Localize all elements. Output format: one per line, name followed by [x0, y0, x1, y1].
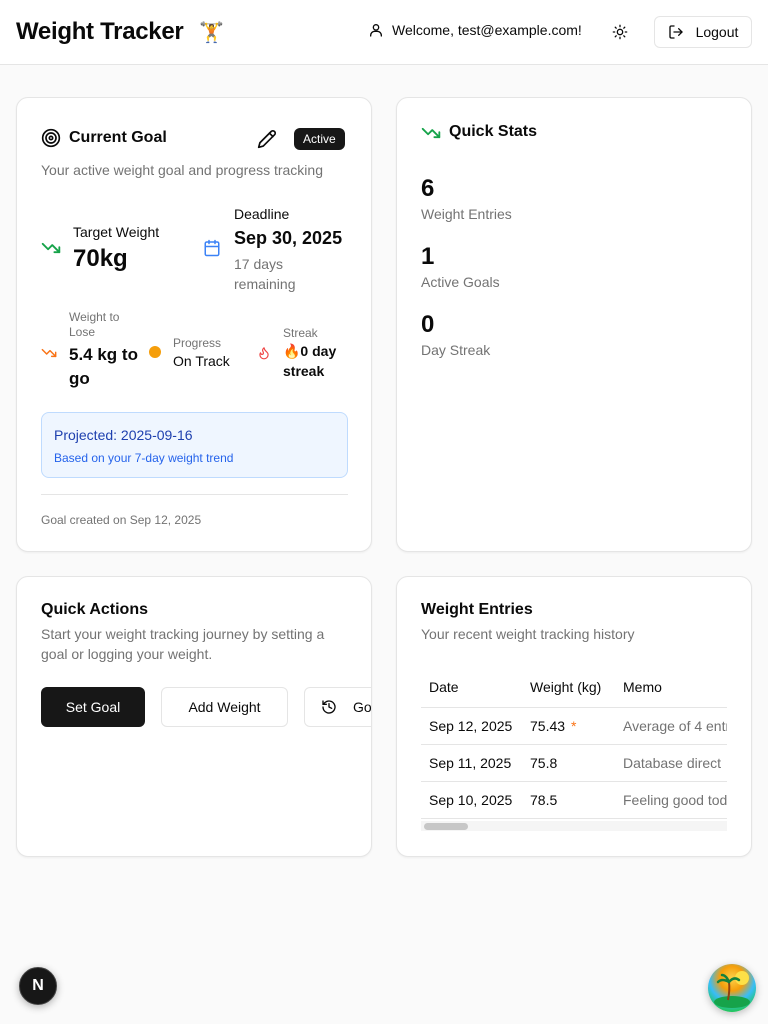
column-header-date: Date	[421, 667, 522, 708]
horizontal-scrollbar[interactable]	[421, 821, 727, 831]
stat-value: 6	[421, 175, 435, 202]
weight-entries-description: Your recent weight tracking history	[421, 626, 635, 642]
goal-description: Your active weight goal and progress tra…	[41, 162, 323, 178]
projection-box: Projected: 2025-09-16 Based on your 7-da…	[41, 412, 348, 478]
deadline-value: Sep 30, 2025	[234, 228, 343, 248]
stat-label: Day Streak	[421, 342, 491, 358]
stat-value: 0	[421, 311, 435, 338]
quick-actions-card: Quick Actions Start your weight tracking…	[16, 576, 372, 857]
projected-date: Projected: 2025-09-16	[54, 427, 193, 443]
entry-date: Sep 12, 2025	[421, 707, 522, 745]
entry-memo: Database direct	[615, 744, 727, 782]
entry-date: Sep 10, 2025	[421, 781, 522, 819]
goal-history-label: Goal History	[353, 699, 372, 715]
flame-icon	[259, 347, 269, 360]
weight-entries-table: Date Weight (kg) Memo Sep 12, 2025 75.43…	[421, 667, 727, 833]
welcome-message: Welcome, test@example.com!	[368, 22, 582, 38]
palm-island-icon	[714, 971, 750, 1008]
divider	[41, 494, 348, 495]
trending-down-green-icon	[421, 127, 441, 139]
entry-date: Sep 11, 2025	[421, 744, 522, 782]
trending-down-green-icon	[41, 242, 61, 254]
goal-created-date: Goal created on Sep 12, 2025	[41, 513, 202, 527]
quick-actions-title: Quick Actions	[41, 601, 148, 618]
column-header-memo: Memo	[615, 667, 727, 708]
logout-button[interactable]: Logout	[654, 16, 752, 48]
entry-weight-cell: 75.8	[522, 744, 615, 782]
nextjs-dev-indicator-button[interactable]: N	[19, 967, 57, 1005]
goal-history-button[interactable]: Goal History	[304, 687, 372, 727]
streak-label: Streak	[283, 326, 318, 340]
welcome-text: Welcome, test@example.com!	[392, 22, 582, 38]
user-icon	[370, 24, 382, 37]
add-weight-button[interactable]: Add Weight	[161, 687, 288, 727]
app-title: Weight Tracker 🏋️	[16, 18, 224, 46]
averaged-marker: *	[570, 717, 577, 734]
entry-memo: Feeling good today	[615, 781, 727, 819]
weight-to-lose-label: Weight to Lose	[69, 310, 120, 339]
entry-weight: 75.8	[530, 754, 558, 771]
stat-label: Active Goals	[421, 274, 500, 290]
target-icon	[41, 128, 61, 148]
table-row[interactable]: Sep 11, 2025 75.8 Database direct	[421, 744, 727, 782]
entry-weight: 75.43	[530, 717, 566, 734]
stat-value: 1	[421, 243, 435, 270]
status-badge: Active	[294, 128, 345, 150]
calendar-icon	[204, 239, 220, 257]
logout-label: Logout	[695, 24, 739, 40]
sun-icon	[612, 24, 628, 40]
quick-stats-card: Quick Stats 6 Weight Entries 1 Active Go…	[396, 97, 752, 552]
island-avatar-button[interactable]	[708, 964, 756, 1012]
projection-note: Based on your 7-day weight trend	[54, 451, 234, 465]
column-header-weight: Weight (kg)	[522, 667, 615, 708]
app-title-text: Weight Tracker	[16, 18, 184, 45]
target-weight-label: Target Weight	[73, 224, 160, 240]
set-goal-button[interactable]: Set Goal	[41, 687, 145, 727]
current-goal-card: Current Goal Active Your active weight g…	[16, 97, 372, 552]
theme-toggle-button[interactable]	[606, 18, 634, 46]
entry-memo: Average of 4 entries	[615, 707, 727, 745]
app-header: Weight Tracker 🏋️ Welcome, test@example.…	[0, 0, 768, 65]
weight-to-lose-value: 5.4 kg to go	[69, 345, 138, 388]
stat-label: Weight Entries	[421, 206, 512, 222]
table-row[interactable]: Sep 12, 2025 75.43 * Average of 4 entrie…	[421, 707, 727, 745]
quick-actions-description: Start your weight tracking journey by se…	[41, 626, 325, 662]
weightlifter-icon: 🏋️	[199, 21, 225, 44]
current-goal-title: Current Goal	[69, 129, 167, 146]
scrollbar-thumb[interactable]	[424, 823, 468, 830]
logout-icon	[668, 25, 683, 39]
progress-label: Progress	[173, 336, 222, 350]
weight-entries-card: Weight Entries Your recent weight tracki…	[396, 576, 752, 857]
entry-weight-cell: 75.43 *	[522, 707, 615, 745]
progress-status-dot	[149, 346, 161, 358]
quick-stats-title: Quick Stats	[449, 123, 538, 140]
deadline-label: Deadline	[234, 206, 290, 222]
trending-down-orange-icon	[41, 348, 57, 358]
weight-entries-title: Weight Entries	[421, 601, 533, 618]
days-remaining: 17 days remaining	[234, 256, 296, 292]
table-row[interactable]: Sep 10, 2025 78.5 Feeling good today	[421, 781, 727, 819]
history-icon	[322, 700, 336, 714]
entry-weight-cell: 78.5	[522, 781, 615, 819]
table-header-row: Date Weight (kg) Memo	[421, 667, 727, 708]
streak-value: 🔥0 day streak	[283, 343, 337, 379]
target-weight-value: 70kg	[73, 245, 128, 272]
progress-value: On Track	[173, 353, 230, 369]
entry-weight: 78.5	[530, 791, 558, 808]
edit-goal-pencil-icon[interactable]	[257, 129, 277, 149]
